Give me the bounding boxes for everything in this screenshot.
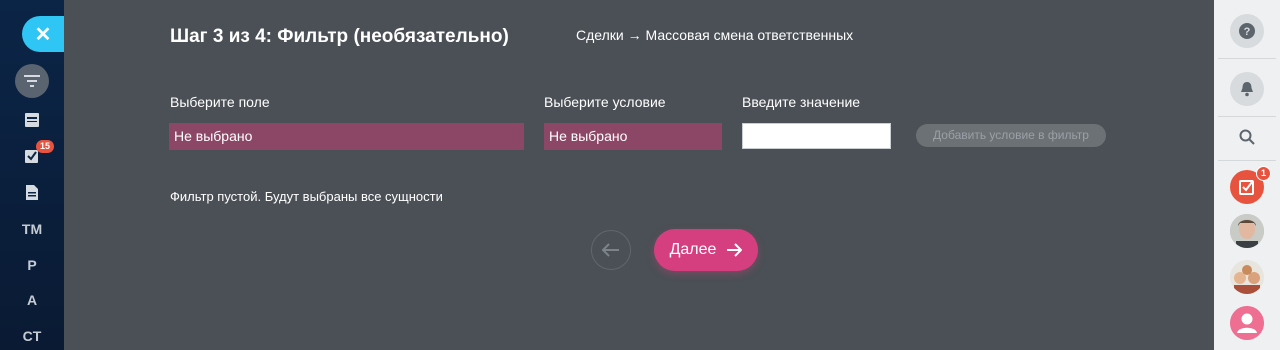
step-title: Шаг 3 из 4: Фильтр (необязательно)	[170, 26, 509, 47]
close-icon: ✕	[34, 23, 52, 46]
sidebar-item-documents[interactable]	[0, 182, 64, 202]
sidebar-item-filter[interactable]	[0, 64, 64, 98]
avatar[interactable]	[1230, 306, 1264, 340]
document-icon	[26, 184, 38, 200]
tasks-icon	[25, 150, 38, 163]
avatar[interactable]	[1230, 214, 1264, 248]
sidebar-item-ct[interactable]: CT	[0, 326, 64, 346]
svg-text:?: ?	[1244, 26, 1251, 38]
search-button[interactable]	[1230, 120, 1264, 154]
tasks-badge: 15	[36, 140, 55, 153]
arrow-left-icon	[602, 243, 619, 257]
close-button[interactable]: ✕	[22, 16, 64, 52]
filter-icon	[24, 75, 40, 87]
sidebar-item-p[interactable]: P	[0, 255, 64, 275]
feed-icon	[25, 113, 39, 127]
tasks-icon	[1239, 180, 1254, 195]
sidebar-item-a[interactable]: A	[0, 290, 64, 310]
right-sidebar: ? 1	[1214, 0, 1280, 350]
sidebar-item-feed[interactable]	[0, 110, 64, 130]
left-sidebar: ✕ 15 TM P A CT	[0, 0, 64, 350]
next-button[interactable]: Далее	[654, 229, 758, 271]
avatar[interactable]	[1230, 260, 1264, 294]
condition-label: Выберите условие	[544, 94, 666, 110]
notifications-button[interactable]	[1230, 72, 1264, 106]
help-button[interactable]: ?	[1230, 14, 1264, 48]
value-input[interactable]	[742, 123, 891, 149]
search-icon	[1239, 129, 1255, 145]
next-button-label: Далее	[669, 241, 717, 258]
help-icon: ?	[1239, 23, 1255, 39]
empty-filter-note: Фильтр пустой. Будут выбраны все сущност…	[170, 189, 443, 204]
add-condition-button[interactable]: Добавить условие в фильтр	[916, 124, 1106, 147]
sidebar-item-tm[interactable]: TM	[0, 219, 64, 239]
arrow-right-icon	[727, 243, 743, 257]
sidebar-item-tasks[interactable]: 15	[0, 140, 64, 166]
field-label: Выберите поле	[170, 94, 270, 110]
bell-icon	[1241, 82, 1253, 97]
breadcrumb: Сделки → Массовая смена ответственных	[576, 27, 854, 43]
field-select[interactable]: Не выбрано	[169, 123, 524, 150]
condition-select[interactable]: Не выбрано	[544, 123, 722, 150]
right-tasks-badge: 1	[1256, 166, 1272, 181]
tasks-button[interactable]: 1	[1230, 166, 1272, 204]
value-label: Введите значение	[742, 94, 861, 110]
back-button[interactable]	[591, 230, 631, 270]
wizard-panel: Шаг 3 из 4: Фильтр (необязательно) Сделк…	[64, 0, 1214, 350]
